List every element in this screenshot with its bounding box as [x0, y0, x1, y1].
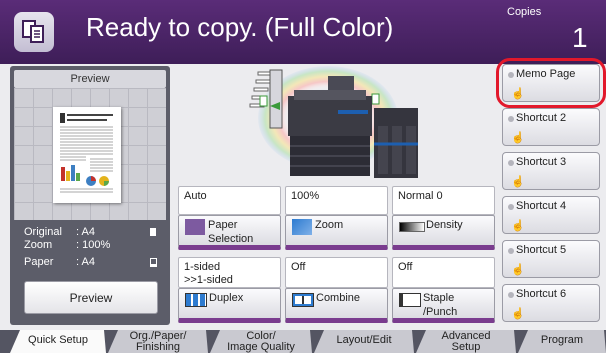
shortcut-2[interactable]: Shortcut 2 ☝ — [502, 108, 600, 146]
tab-label: Program — [540, 334, 584, 346]
copy-icon — [14, 12, 54, 52]
tab-advanced-setup[interactable]: Advanced Setup — [416, 330, 516, 353]
shortcut-label: Shortcut 3 — [516, 156, 567, 168]
tab-label: Layout/Edit — [336, 334, 392, 346]
shortcut-label: Shortcut 6 — [516, 288, 567, 300]
zoom-label: Zoom — [315, 219, 344, 231]
preview-header: Preview — [14, 70, 166, 88]
paper-selection-icon — [185, 219, 205, 235]
copies-count[interactable]: 1 — [572, 22, 588, 54]
staple-punch-button[interactable]: Staple /Punch — [392, 288, 495, 323]
hand-pointer-icon: ☝ — [511, 264, 525, 276]
paper-selection-label-1: Paper — [208, 219, 238, 231]
zoom-icon — [292, 219, 312, 235]
zoom-value: : 100% — [76, 239, 111, 251]
shortcut-label: Shortcut 5 — [516, 244, 567, 256]
document-thumbnail — [53, 107, 121, 203]
tab-quick-setup[interactable]: Quick Setup — [10, 330, 106, 353]
combine-button[interactable]: Combine — [285, 288, 388, 323]
shortcut-label: Shortcut 2 — [516, 112, 567, 124]
density-icon — [399, 222, 425, 232]
page-title: Ready to copy. (Full Color) — [86, 12, 394, 42]
staple-value: Off — [392, 257, 495, 288]
portrait-icon — [150, 228, 156, 236]
paper-value: : A4 — [76, 256, 95, 268]
shortcut-indicator-icon — [508, 292, 514, 298]
shortcut-3[interactable]: Shortcut 3 ☝ — [502, 152, 600, 190]
tab-layout-edit[interactable]: Layout/Edit — [314, 330, 414, 353]
tab-label-line-2: Finishing — [135, 341, 181, 353]
shortcut-indicator-icon — [508, 204, 514, 210]
shortcut-label: Shortcut 4 — [516, 200, 567, 212]
tab-label-line-2: Setup — [451, 341, 481, 353]
hand-pointer-icon: ☝ — [511, 308, 525, 320]
combine-value: Off — [285, 257, 388, 288]
tab-label: Quick Setup — [28, 334, 88, 346]
paper-selection-value: Auto — [178, 186, 281, 215]
highlight-callout — [496, 58, 606, 108]
shortcut-4[interactable]: Shortcut 4 ☝ — [502, 196, 600, 234]
paper-tray-icon — [150, 258, 157, 267]
hand-pointer-icon: ☝ — [511, 132, 525, 144]
paper-selection-label-2: Selection — [208, 233, 254, 245]
tab-label-line-2: Image Quality — [227, 341, 295, 353]
tab-program[interactable]: Program — [518, 330, 606, 353]
zoom-row: Zoom : 100% — [24, 239, 110, 251]
shortcut-indicator-icon — [508, 248, 514, 254]
original-label: Original — [24, 226, 62, 238]
shortcut-5[interactable]: Shortcut 5 ☝ — [502, 240, 600, 278]
hand-pointer-icon: ☝ — [511, 220, 525, 232]
zoom-button[interactable]: Zoom — [285, 215, 388, 250]
copier-machine-illustration — [178, 66, 482, 182]
tab-color-image-quality[interactable]: Color/ Image Quality — [210, 330, 312, 353]
duplex-value-line-1: 1-sided — [184, 261, 221, 273]
duplex-button[interactable]: Duplex — [178, 288, 281, 323]
density-value: Normal 0 — [392, 186, 495, 215]
hand-pointer-icon: ☝ — [511, 176, 525, 188]
staple-label-1: Staple — [423, 292, 455, 304]
duplex-label: Duplex — [209, 292, 244, 304]
staple-icon — [399, 293, 421, 307]
shortcut-indicator-icon — [508, 160, 514, 166]
tab-org-paper-finishing[interactable]: Org./Paper/ Finishing — [108, 330, 208, 353]
shortcut-6[interactable]: Shortcut 6 ☝ — [502, 284, 600, 322]
copies-label: Copies — [507, 6, 542, 18]
combine-icon — [292, 293, 314, 307]
original-size-row: Original : A4 — [24, 226, 95, 238]
original-value: : A4 — [76, 226, 95, 238]
paper-row: Paper : A4 — [24, 256, 95, 268]
density-button[interactable]: Density — [392, 215, 495, 250]
paper-label: Paper — [24, 256, 54, 268]
preview-button[interactable]: Preview — [24, 281, 158, 314]
zoom-label: Zoom — [24, 239, 53, 251]
combine-label: Combine — [316, 292, 361, 304]
density-label: Density — [426, 219, 463, 231]
shortcut-indicator-icon — [508, 116, 514, 122]
zoom-value: 100% — [285, 186, 388, 215]
staple-label-2: /Punch — [423, 306, 458, 318]
duplex-value-line-2: >>1-sided — [184, 274, 233, 286]
duplex-icon — [185, 293, 207, 307]
paper-selection-button[interactable]: Paper Selection — [178, 215, 281, 250]
duplex-value: 1-sided >>1-sided — [178, 257, 281, 288]
